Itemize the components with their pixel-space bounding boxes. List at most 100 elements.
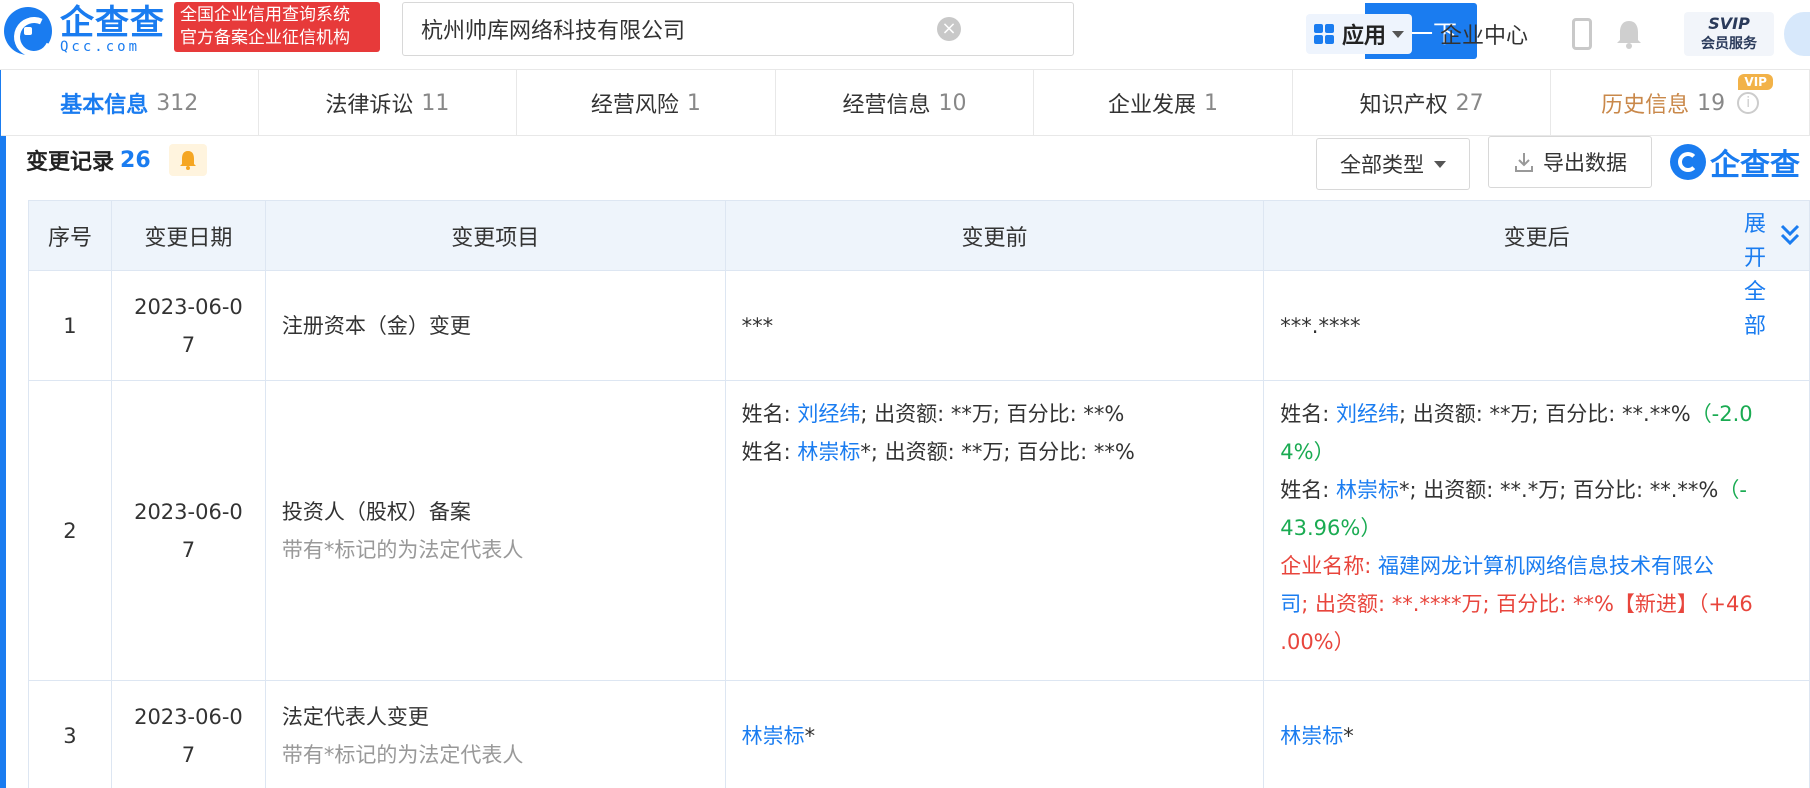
header-before: 变更前 [724,200,1265,271]
item-text: 法定代表人变更 [281,704,429,729]
vip-tag: VIP [1738,74,1773,90]
change-percent: 43.96%） [1280,516,1382,540]
item-note: 带有*标记的为法定代表人 [281,537,524,562]
qcc-logo-icon [1670,144,1706,180]
table-row: 1 2023-06-0 7 注册资本（金）变更 *** ***.**** [28,270,1810,381]
person-link[interactable]: 刘经纬 [1336,402,1399,426]
person-link[interactable]: 林崇标 [797,440,860,464]
bell-icon [179,151,196,170]
tab-history[interactable]: VIP 历史信息 19 i [1551,70,1810,136]
row-date: 2023-06-0 7 [110,380,266,681]
header-idx: 序号 [28,200,112,271]
header-item: 变更项目 [264,200,726,271]
bell-icon[interactable] [1614,18,1644,50]
field-label: 姓名: [741,402,798,426]
download-icon [1515,153,1533,172]
svip-button[interactable]: SVIP 会员服务 [1684,12,1774,56]
tab-basic-info[interactable]: 基本信息 312 [0,70,259,136]
search-box[interactable]: 杭州帅库网络科技有限公司 × 查一下 [402,2,1477,59]
monitor-bell-button[interactable] [168,144,207,176]
chevron-down-icon [1392,30,1405,38]
type-filter-dropdown[interactable]: 全部类型 [1316,138,1470,190]
table-header-row: 序号 变更日期 变更项目 变更前 变更后 [28,200,1810,271]
row-item: 注册资本（金）变更 [264,270,726,381]
row-idx: 2 [28,380,112,681]
section-count: 26 [120,147,151,173]
row-date: 2023-06-0 7 [110,270,266,381]
field-label: 企业名称: [1280,554,1379,578]
row-before: 姓名: 刘经纬; 出资额: **万; 百分比: **% 姓名: 林崇标*; 出资… [724,380,1265,681]
company-link[interactable]: 司 [1280,592,1301,616]
qcc-logo-icon [4,7,52,55]
expand-all-button[interactable]: 展开全部 [1738,208,1772,344]
tab-count: 1 [1204,90,1219,116]
row-before: *** [724,270,1265,381]
tab-risk[interactable]: 经营风险 1 [517,70,776,136]
section-title-text: 变更记录 [26,150,115,175]
qcc-watermark-logo: 企查查 [1670,140,1800,184]
company-link[interactable]: 福建网龙计算机网络信息技术有限公 [1378,554,1714,578]
avatar[interactable] [1784,12,1810,56]
export-button[interactable]: 导出数据 [1488,136,1652,188]
person-link[interactable]: 林崇标 [1336,478,1399,502]
item-note: 带有*标记的为法定代表人 [281,742,524,767]
person-link[interactable]: 林崇标 [1280,724,1343,748]
brand-text: 企查查 [1710,148,1800,183]
tab-label: 经营信息 [842,93,931,118]
change-records-table: 序号 变更日期 变更项目 变更前 变更后 1 2023-06-0 7 注册资本（… [28,200,1810,788]
field-label: 姓名: [1280,402,1337,426]
change-percent: 4%） [1280,440,1335,464]
export-label: 导出数据 [1543,151,1627,175]
section-accent [0,136,6,788]
person-link[interactable]: 刘经纬 [797,402,860,426]
apps-label: 应用 [1342,24,1387,49]
date-part: 2023-06-0 [134,499,243,524]
legal-rep-mark: * [804,723,816,748]
tab-count: 10 [938,90,967,116]
header-date: 变更日期 [110,200,266,271]
double-chevron-down-icon[interactable] [1778,220,1802,250]
tab-label: 知识产权 [1359,93,1448,118]
row-idx: 3 [28,680,112,788]
clear-icon[interactable]: × [937,17,961,41]
tab-label: 法律诉讼 [325,93,414,118]
tab-legal[interactable]: 法律诉讼 11 [259,70,518,136]
person-link[interactable]: 林崇标 [742,724,805,748]
qcc-logo[interactable]: 企查查 Qcc.com [4,6,165,56]
tab-count: 11 [421,90,450,116]
legal-rep-mark: * [1343,723,1354,748]
tab-operation[interactable]: 经营信息 10 [776,70,1035,136]
tab-development[interactable]: 企业发展 1 [1034,70,1293,136]
badge-line-2: 官方备案企业征信机构 [180,28,350,48]
main-tabs: 基本信息 312 法律诉讼 11 经营风险 1 经营信息 10 企业发展 1 知… [0,70,1810,136]
chevron-down-icon [1434,160,1446,168]
date-part: 7 [181,742,196,767]
field-value: *; 出资额: **.*万; 百分比: **.**% [1399,478,1719,502]
date-part: 2023-06-0 [134,704,243,729]
tab-ip[interactable]: 知识产权 27 [1293,70,1552,136]
enterprise-center-link[interactable]: 企业中心 [1440,18,1528,50]
tab-label: 历史信息 [1601,93,1690,118]
table-row: 2 2023-06-0 7 投资人（股权）备案 带有*标记的为法定代表人 姓名:… [28,380,1810,681]
tab-count: 312 [156,90,199,116]
row-date: 2023-06-0 7 [110,680,266,788]
change-percent: （-2.0 [1690,402,1753,426]
logo-text-cn: 企查查 [60,3,165,43]
row-idx: 1 [28,270,112,381]
svip-sub-label: 会员服务 [1701,36,1757,52]
header-after: 变更后 [1263,200,1810,271]
top-bar: 企查查 Qcc.com 全国企业信用查询系统 官方备案企业征信机构 杭州帅库网络… [0,0,1810,70]
row-item: 法定代表人变更 带有*标记的为法定代表人 [264,680,726,788]
row-before: 林崇标* [724,680,1265,788]
search-input[interactable]: 杭州帅库网络科技有限公司 [403,13,1073,45]
change-percent: .00%） [1280,630,1355,654]
phone-icon[interactable] [1572,18,1592,50]
info-icon[interactable]: i [1737,92,1760,114]
logo-text-en: Qcc.com [60,39,141,55]
tab-label: 经营风险 [590,93,679,118]
apps-dropdown[interactable]: 应用 [1306,14,1412,54]
apps-grid-icon [1314,24,1334,44]
official-badge[interactable]: 全国企业信用查询系统 官方备案企业征信机构 [174,2,380,52]
field-value: *; 出资额: **万; 百分比: **% [860,440,1135,464]
row-after: ***.**** [1263,270,1810,381]
